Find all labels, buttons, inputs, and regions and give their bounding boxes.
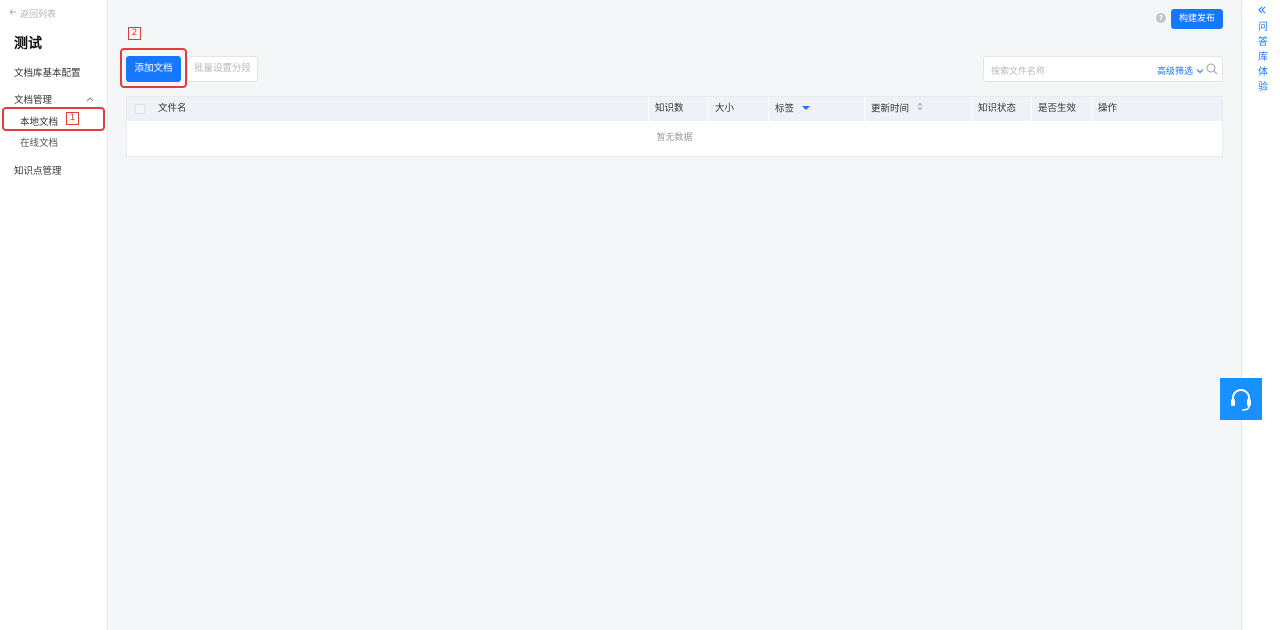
col-effective: 是否生效: [1038, 103, 1077, 114]
sidebar-item-docs[interactable]: 文档管理: [14, 92, 94, 106]
chevron-up-icon: [86, 95, 94, 104]
double-chevron-left-icon[interactable]: [1258, 6, 1266, 17]
empty-state: 暂无数据: [656, 133, 693, 143]
sidebar-item-online-docs[interactable]: 在线文档: [20, 135, 58, 149]
search-input[interactable]: 搜索文件名称 高级筛选: [983, 56, 1223, 82]
arrow-left-icon: [9, 8, 17, 19]
customer-support-button[interactable]: [1220, 378, 1262, 420]
select-all-checkbox[interactable]: [135, 104, 145, 114]
col-tags[interactable]: 标签: [768, 97, 811, 121]
right-panel: 问 答 库 体 验: [1241, 0, 1280, 630]
qa-char: 验: [1258, 82, 1268, 93]
advanced-filter-button[interactable]: 高级筛选: [1157, 64, 1204, 77]
page-title: 测试: [14, 36, 42, 52]
search-placeholder: 搜索文件名称: [991, 67, 1046, 77]
qa-char: 体: [1258, 67, 1268, 78]
sidebar-item-config[interactable]: 文档库基本配置: [14, 65, 81, 79]
headset-icon: [1220, 389, 1262, 423]
col-updated-time[interactable]: 更新时间: [864, 97, 924, 121]
qa-char: 库: [1258, 52, 1268, 63]
col-filename: 文件名: [158, 103, 187, 114]
col-actions: 操作: [1098, 103, 1118, 114]
qa-char: 问: [1258, 22, 1268, 33]
filter-caret-icon[interactable]: [802, 97, 811, 121]
publish-button[interactable]: 构建发布: [1171, 9, 1223, 29]
highlight-box-1: [2, 107, 105, 131]
sidebar-item-knowledge[interactable]: 知识点管理: [14, 163, 62, 177]
advanced-filter-label: 高级筛选: [1157, 67, 1194, 77]
add-document-button[interactable]: 添加文档: [126, 56, 181, 82]
sidebar: 返回列表 测试 文档库基本配置 文档管理 本地文档 在线文档 知识点管理: [0, 0, 108, 630]
sort-icon[interactable]: [917, 97, 924, 121]
col-updated-time-label: 更新时间: [871, 103, 910, 115]
col-knowledge-status: 知识状态: [978, 103, 1017, 114]
qa-experience-toggle[interactable]: 问 答 库 体 验: [1257, 20, 1269, 95]
back-link[interactable]: 返回列表: [9, 7, 56, 20]
marker-label-2: 2: [128, 27, 141, 40]
chevron-down-icon: [1196, 67, 1204, 77]
col-tags-label: 标签: [775, 103, 795, 115]
help-icon[interactable]: ?: [1156, 13, 1166, 23]
batch-segment-button[interactable]: 批量设置分段: [187, 56, 258, 82]
marker-label-1: 1: [66, 112, 79, 125]
documents-table: 文件名 知识数 大小 标签 更新时间 知识状态 是否生效 操作 暂无数据: [126, 96, 1223, 157]
search-icon[interactable]: [1206, 63, 1218, 78]
main-content: [108, 0, 1241, 630]
qa-char: 答: [1258, 37, 1268, 48]
sidebar-item-label: 文档管理: [14, 95, 53, 106]
col-size: 大小: [715, 103, 735, 114]
table-header: 文件名 知识数 大小 标签 更新时间 知识状态 是否生效 操作: [127, 97, 1222, 121]
back-label: 返回列表: [20, 10, 57, 20]
col-knowledge-count: 知识数: [655, 103, 684, 114]
